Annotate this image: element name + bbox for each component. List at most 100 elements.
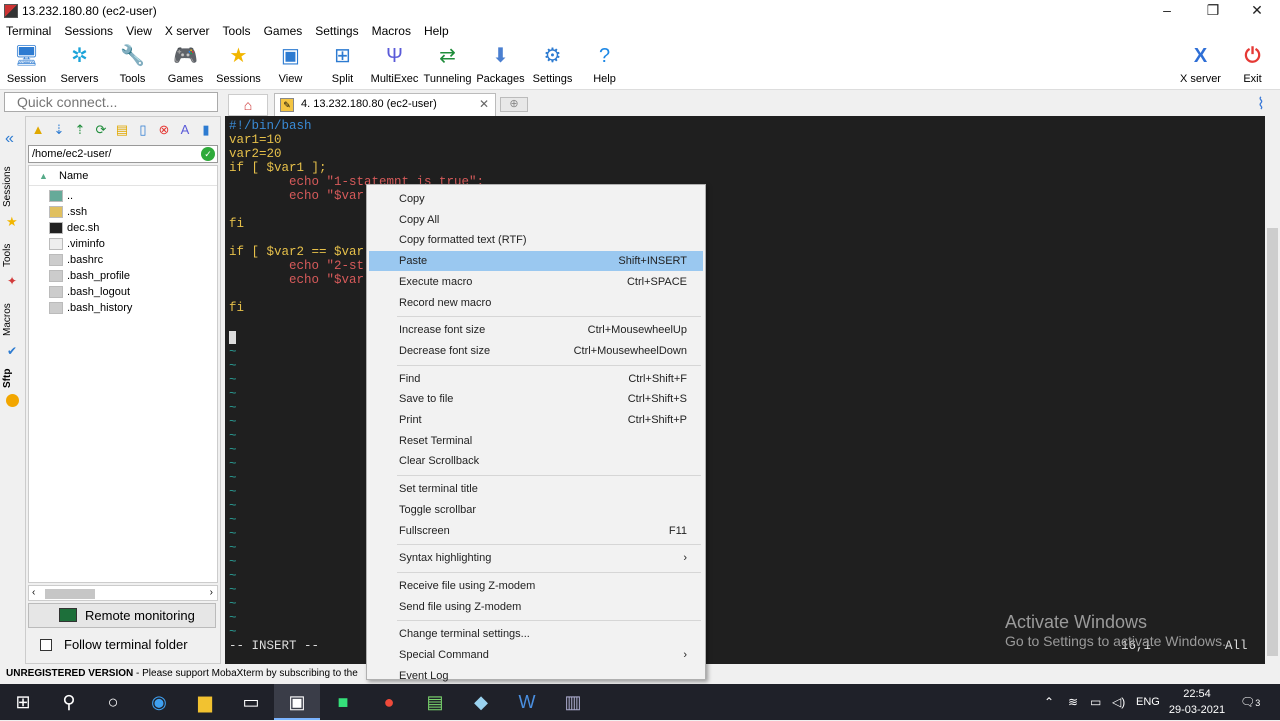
download-icon[interactable]: ⇣ [49,121,69,139]
menu-item-find[interactable]: Find Ctrl+Shift+F [369,369,703,389]
maximize-button[interactable]: ❐ [1190,0,1236,22]
network-icon[interactable]: ≋ [1068,684,1078,720]
menu-item-syntax-highlighting[interactable]: Syntax highlighting › [369,548,703,568]
clock[interactable]: 22:54 29-03-2021 [1168,686,1226,718]
parent-folder-icon[interactable]: ▲ [28,121,48,139]
toolbar-session-button[interactable]: 🖥 Session [0,40,53,90]
toolbar-tools-button[interactable]: 🔧 Tools [106,40,159,90]
new-folder-icon[interactable]: ▤ [112,121,132,139]
menu-terminal[interactable]: Terminal [0,22,57,40]
toolbar-settings-button[interactable]: ⚙ Settings [526,40,579,90]
volume-icon[interactable]: ◁) [1112,684,1125,720]
notification-icon[interactable]: 🗨3 [1240,684,1260,720]
menu-item-save-to-file[interactable]: Save to file Ctrl+Shift+S [369,389,703,409]
start-button[interactable]: ⊞ [0,684,46,720]
mobaxterm-taskbar-button[interactable]: ▣ [274,684,320,720]
remote-monitoring-button[interactable]: Remote monitoring [28,603,216,628]
cmd-taskbar-button[interactable]: ▭ [228,684,274,720]
path-ok-icon[interactable]: ✓ [201,147,215,161]
toolbar-view-button[interactable]: ▣ View [264,40,317,90]
collapse-panel-icon[interactable]: « [5,130,14,148]
menu-item-increase-font-size[interactable]: Increase font size Ctrl+MousewheelUp [369,320,703,340]
scroll-thumb[interactable] [45,589,95,599]
menu-item-decrease-font-size[interactable]: Decrease font size Ctrl+MousewheelDown [369,341,703,361]
menu-settings[interactable]: Settings [309,22,364,40]
terminal-scrollbar[interactable] [1265,116,1280,664]
menu-item-change-terminal-settings[interactable]: Change terminal settings... [369,624,703,644]
pycharm-taskbar-button[interactable]: ■ [320,684,366,720]
tab-macros[interactable]: Macros [2,298,22,342]
menu-item-paste[interactable]: Paste Shift+INSERT [369,251,703,272]
toolbar-packages-button[interactable]: ⬇ Packages [474,40,527,90]
file-row[interactable]: .bash_history [49,300,132,316]
tab-sessions[interactable]: Sessions [2,162,22,212]
file-row[interactable]: dec.sh [49,220,99,236]
menu-help[interactable]: Help [418,22,455,40]
scroll-left-icon[interactable]: ‹ [32,586,35,600]
minimize-button[interactable]: – [1144,0,1190,22]
terminal-scroll-thumb[interactable] [1267,228,1278,656]
toolbar-help-button[interactable]: ? Help [578,40,631,90]
file-row[interactable]: .bashrc [49,252,103,268]
menu-macros[interactable]: Macros [366,22,417,40]
menu-item-fullscreen[interactable]: Fullscreen F11 [369,521,703,541]
file-row[interactable]: .ssh [49,204,87,220]
word-taskbar-button[interactable]: W [504,684,550,720]
menu-item-set-terminal-title[interactable]: Set terminal title [369,479,703,499]
menu-item-print[interactable]: Print Ctrl+Shift+P [369,410,703,430]
upload-icon[interactable]: ⇡ [70,121,90,139]
menu-item-execute-macro[interactable]: Execute macro Ctrl+SPACE [369,272,703,292]
explorer-taskbar-button[interactable]: ▆ [182,684,228,720]
file-row[interactable]: .bash_logout [49,284,130,300]
save-taskbar-button[interactable]: ▥ [550,684,596,720]
toolbar-multiexec-button[interactable]: Ψ MultiExec [368,40,421,90]
search-button[interactable]: ⚲ [46,684,92,720]
sftp-path-input[interactable]: /home/ec2-user/ ✓ [28,145,218,163]
menu-tools[interactable]: Tools [217,22,257,40]
quick-connect-input[interactable] [4,92,218,112]
menu-item-copy-formatted-text-rtf[interactable]: Copy formatted text (RTF) [369,230,703,250]
support-message[interactable]: - Please support MobaXterm by subscribin… [133,668,358,679]
rename-icon[interactable]: A [175,121,195,139]
new-file-icon[interactable]: ▯ [133,121,153,139]
tray-chevron-icon[interactable]: ⌃ [1044,684,1054,720]
chrome-taskbar-button[interactable]: ● [366,684,412,720]
menu-item-copy[interactable]: Copy [369,189,703,209]
toolbar-exit-button[interactable]: ⏻ Exit [1226,40,1279,90]
toolbar-tunneling-button[interactable]: ⇄ Tunneling [421,40,474,90]
language-indicator[interactable]: ENG [1136,684,1160,720]
home-tab[interactable]: ⌂ [228,94,268,116]
menu-item-event-log[interactable]: Event Log [369,666,703,686]
name-column-header[interactable]: ▲ Name [29,166,217,186]
menu-item-reset-terminal[interactable]: Reset Terminal [369,431,703,451]
toolbar-games-button[interactable]: 🎮 Games [159,40,212,90]
file-row[interactable]: .viminfo [49,236,105,252]
menu-item-copy-all[interactable]: Copy All [369,210,703,230]
notepad-taskbar-button[interactable]: ▤ [412,684,458,720]
tab-tools[interactable]: Tools [2,238,22,272]
horizontal-scrollbar[interactable]: ‹ › [28,585,218,601]
toolbar-sessions-button[interactable]: ★ Sessions [212,40,265,90]
paperclip-icon[interactable]: ⌇ [1257,94,1265,114]
edge-taskbar-button[interactable]: ◉ [136,684,182,720]
menu-item-special-command[interactable]: Special Command › [369,645,703,665]
permissions-icon[interactable]: ▮ [196,121,216,139]
toolbar-split-button[interactable]: ⊞ Split [316,40,369,90]
refresh-icon[interactable]: ⟳ [91,121,111,139]
menu-item-clear-scrollback[interactable]: Clear Scrollback [369,451,703,471]
menu-x-server[interactable]: X server [159,22,216,40]
menu-item-send-file-using-z-modem[interactable]: Send file using Z-modem [369,597,703,617]
follow-checkbox[interactable] [40,639,52,651]
tab-sftp[interactable]: Sftp [2,366,22,390]
menu-item-toggle-scrollbar[interactable]: Toggle scrollbar [369,500,703,520]
toolbar-xserver-button[interactable]: X X server [1174,40,1227,90]
close-tab-icon[interactable]: ✕ [479,94,489,115]
battery-icon[interactable]: ▭ [1090,684,1101,720]
menu-item-receive-file-using-z-modem[interactable]: Receive file using Z-modem [369,576,703,596]
file-row[interactable]: .bash_profile [49,268,130,284]
session-tab[interactable]: ✎ 4. 13.232.180.80 (ec2-user) ✕ [274,93,496,116]
scroll-right-icon[interactable]: › [210,586,213,600]
toolbar-servers-button[interactable]: ✲ Servers [53,40,106,90]
menu-sessions[interactable]: Sessions [58,22,119,40]
menu-item-record-new-macro[interactable]: Record new macro [369,293,703,313]
